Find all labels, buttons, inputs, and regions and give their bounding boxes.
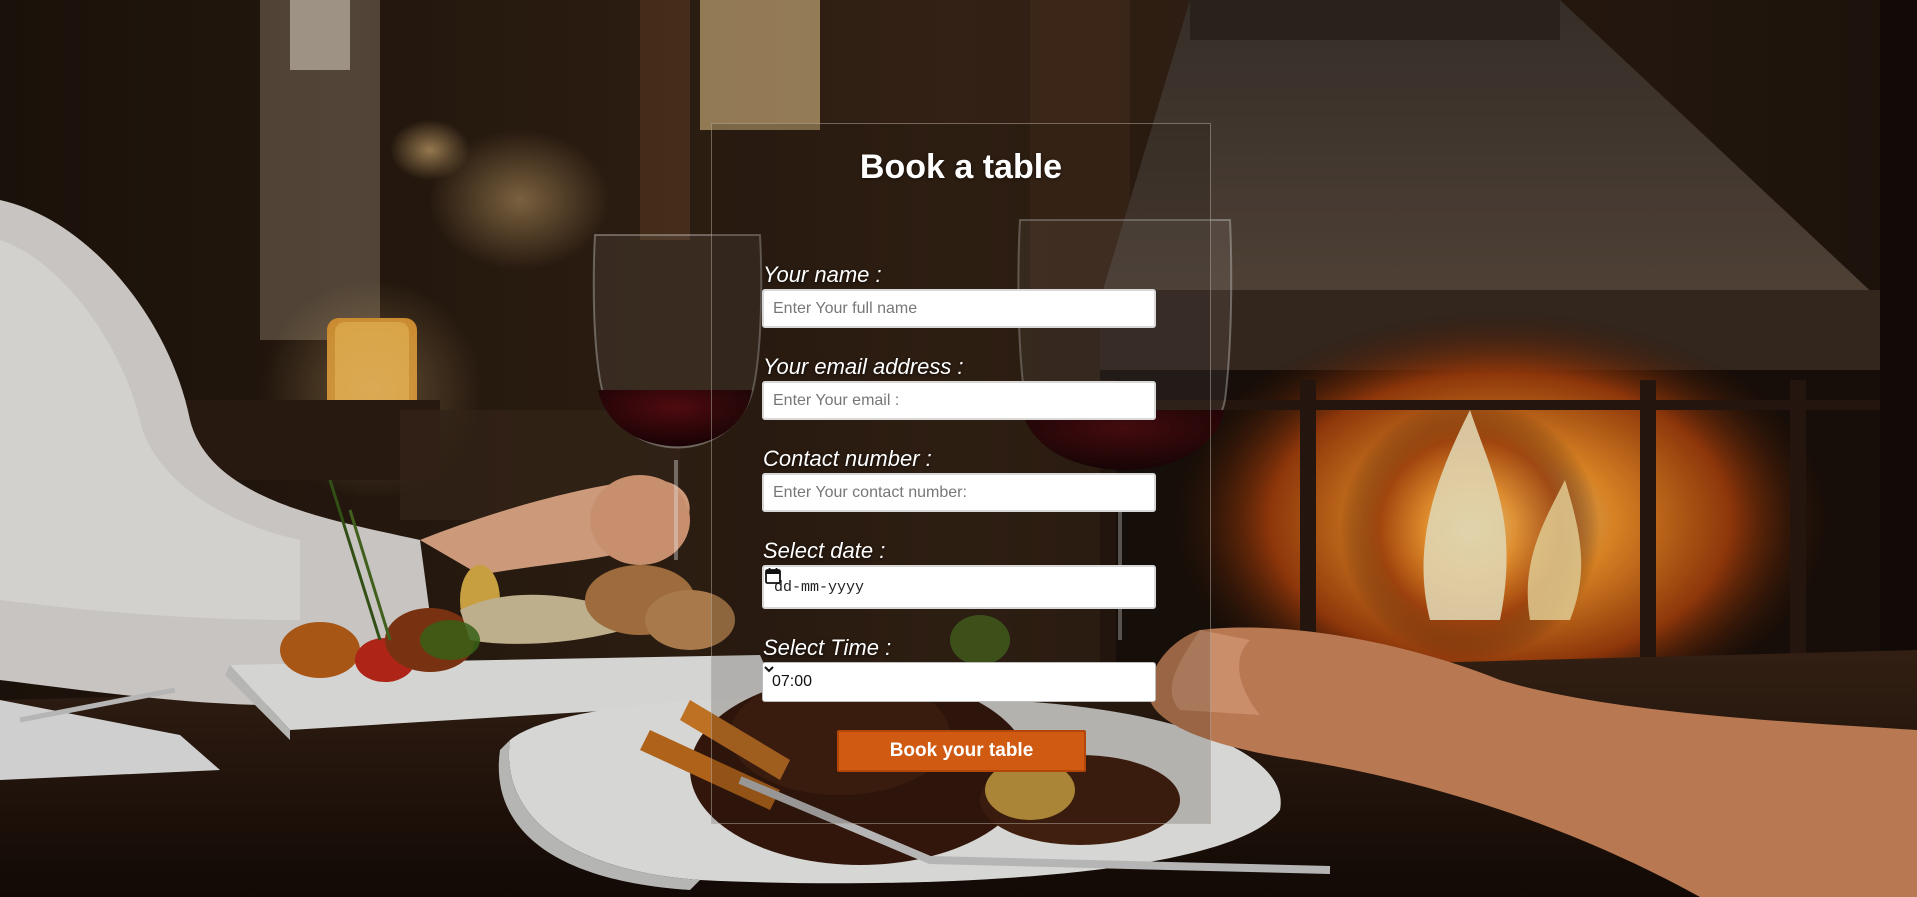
contact-input[interactable] [762,473,1156,512]
time-value: 07:00 [772,673,813,690]
date-value: dd-mm-yyyy [774,578,865,596]
chevron-down-icon [764,666,774,673]
email-label: Your email address : [763,354,964,379]
book-table-button[interactable]: Book your table [837,730,1086,772]
date-label: Select date : [763,538,886,563]
date-input[interactable]: dd-mm-yyyy [762,565,1156,609]
calendar-icon[interactable] [764,567,782,585]
form-title: Book a table [859,148,1063,186]
name-label: Your name : [763,262,882,287]
contact-label: Contact number : [763,446,932,471]
email-input[interactable] [762,381,1156,420]
name-input[interactable] [762,289,1156,328]
time-select[interactable]: 07:00 [762,662,1156,702]
time-label: Select Time : [763,635,892,660]
restaurant-background: Book a table Your name : Your email addr… [0,0,1917,897]
booking-form-panel: Book a table Your name : Your email addr… [711,123,1211,824]
